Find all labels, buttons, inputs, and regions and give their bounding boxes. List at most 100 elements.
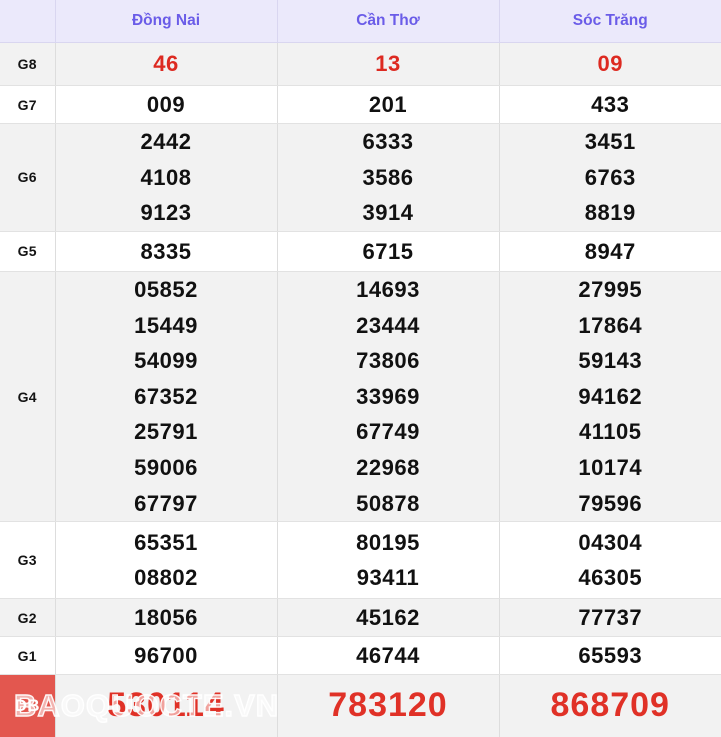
lottery-number: 80195 [278,525,499,561]
prize-cell-db-col2: 783120 [277,675,499,737]
lottery-number: 14693 [278,272,499,308]
lottery-number: 8947 [500,234,721,270]
prize-cell-g6-col2: 633335863914 [277,124,499,232]
lottery-number: 54099 [56,343,277,379]
lottery-number: 73806 [278,343,499,379]
prize-cell-db-col1: 530114 [55,675,277,737]
lottery-number: 09 [500,46,721,82]
lottery-number: 3451 [500,124,721,160]
lottery-number: 05852 [56,272,277,308]
prize-cell-g5-col3: 8947 [499,231,721,271]
table-row: DB530114783120868709 [0,675,721,737]
prize-label-g3: G3 [0,522,55,599]
lottery-number: 94162 [500,379,721,415]
prize-cell-g3-col1: 6535108802 [55,522,277,599]
prize-cell-g2-col3: 77737 [499,599,721,637]
lottery-number: 27995 [500,272,721,308]
lottery-number: 67797 [56,486,277,522]
prize-label-g8: G8 [0,43,55,86]
lottery-number: 2442 [56,124,277,160]
lottery-number: 04304 [500,525,721,561]
lottery-number: 50878 [278,486,499,522]
prize-cell-g4-col2: 14693234447380633969677492296850878 [277,271,499,521]
prize-cell-g2-col2: 45162 [277,599,499,637]
prize-label-g7: G7 [0,86,55,124]
table-row: G6244241089123633335863914345167638819 [0,124,721,232]
prize-cell-g3-col2: 8019593411 [277,522,499,599]
table-header: Đồng Nai Cần Thơ Sóc Trăng [0,0,721,43]
prize-cell-g8-col3: 09 [499,43,721,86]
prize-cell-g8-col2: 13 [277,43,499,86]
table-row: G3653510880280195934110430446305 [0,522,721,599]
lottery-number: 6715 [278,234,499,270]
lottery-number: 6763 [500,160,721,196]
prize-label-g1: G1 [0,637,55,675]
lottery-results-container: Đồng Nai Cần Thơ Sóc Trăng G8461309G7009… [0,0,721,730]
lottery-number: 23444 [278,308,499,344]
lottery-number: 3914 [278,195,499,231]
prize-label-g5: G5 [0,231,55,271]
prize-cell-g7-col3: 433 [499,86,721,124]
lottery-number: 67352 [56,379,277,415]
prize-cell-g1-col2: 46744 [277,637,499,675]
prize-cell-g7-col1: 009 [55,86,277,124]
lottery-number: 25791 [56,414,277,450]
lottery-number: 6333 [278,124,499,160]
prize-cell-g5-col1: 8335 [55,231,277,271]
lottery-results-table: Đồng Nai Cần Thơ Sóc Trăng G8461309G7009… [0,0,721,737]
prize-label-g4: G4 [0,271,55,521]
lottery-number: 3586 [278,160,499,196]
header-prize-label-column [0,0,55,43]
prize-cell-g7-col2: 201 [277,86,499,124]
lottery-number: 41105 [500,414,721,450]
lottery-number: 08802 [56,560,277,596]
prize-cell-g1-col3: 65593 [499,637,721,675]
lottery-number: 59006 [56,450,277,486]
prize-label-db: DB [0,675,55,737]
lottery-number: 46744 [278,638,499,674]
prize-cell-g2-col1: 18056 [55,599,277,637]
lottery-number: 009 [56,87,277,123]
lottery-number: 46 [56,46,277,82]
header-row: Đồng Nai Cần Thơ Sóc Trăng [0,0,721,43]
lottery-number: 33969 [278,379,499,415]
lottery-number: 22968 [278,450,499,486]
prize-cell-g3-col3: 0430446305 [499,522,721,599]
lottery-number: 9123 [56,195,277,231]
lottery-number: 59143 [500,343,721,379]
lottery-number: 46305 [500,560,721,596]
prize-cell-g8-col1: 46 [55,43,277,86]
table-row: G1967004674465593 [0,637,721,675]
table-body: G8461309G7009201433G62442410891236333358… [0,43,721,737]
prize-cell-g5-col2: 6715 [277,231,499,271]
table-row: G2180564516277737 [0,599,721,637]
prize-label-g6: G6 [0,124,55,232]
lottery-number: 13 [278,46,499,82]
lottery-number: 45162 [278,600,499,636]
lottery-number: 79596 [500,486,721,522]
table-row: G8461309 [0,43,721,86]
prize-label-g2: G2 [0,599,55,637]
prize-cell-g4-col1: 05852154495409967352257915900667797 [55,271,277,521]
prize-cell-g1-col1: 96700 [55,637,277,675]
lottery-number: 96700 [56,638,277,674]
lottery-number: 783120 [278,678,499,733]
lottery-number: 4108 [56,160,277,196]
lottery-number: 8335 [56,234,277,270]
lottery-number: 65351 [56,525,277,561]
header-province-dong-nai: Đồng Nai [55,0,277,43]
lottery-number: 67749 [278,414,499,450]
prize-cell-g6-col3: 345167638819 [499,124,721,232]
lottery-number: 93411 [278,560,499,596]
prize-cell-g6-col1: 244241089123 [55,124,277,232]
lottery-number: 201 [278,87,499,123]
lottery-number: 17864 [500,308,721,344]
prize-cell-g4-col3: 27995178645914394162411051017479596 [499,271,721,521]
table-row: G5833567158947 [0,231,721,271]
lottery-number: 15449 [56,308,277,344]
table-row: G405852154495409967352257915900667797146… [0,271,721,521]
lottery-number: 433 [500,87,721,123]
lottery-number: 530114 [56,678,277,733]
header-province-can-tho: Cần Thơ [277,0,499,43]
lottery-number: 868709 [500,678,721,733]
